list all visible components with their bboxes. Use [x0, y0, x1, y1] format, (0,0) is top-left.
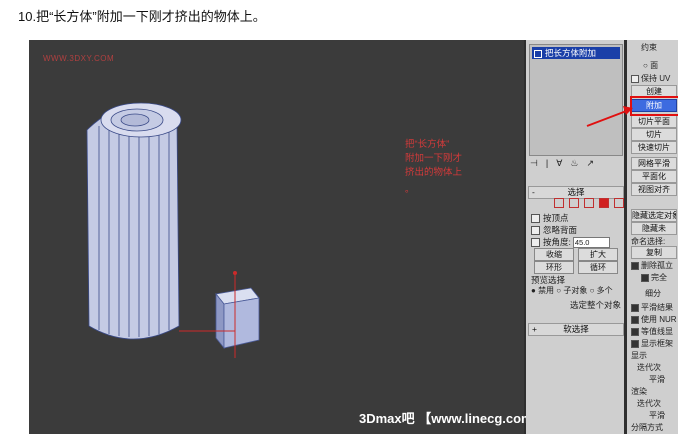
option-label: 显示框架: [641, 339, 673, 348]
constraints-label: 约束: [641, 43, 657, 52]
border-icon[interactable]: [584, 198, 594, 208]
object-listbox[interactable]: 把长方体附加: [529, 44, 623, 156]
scene-geometry: [86, 102, 260, 358]
command-panel: 把长方体附加 ⊣ | ∀ ♨ ↗ - 选择 按顶点 忽略背面 按角度: 45.0 收…: [526, 40, 624, 434]
rollout-title: 选择: [567, 187, 585, 197]
annotation-line: 挤出的物体上: [405, 167, 463, 178]
radio-label: 子对象: [563, 286, 588, 295]
subdivision-header[interactable]: 细分: [645, 288, 661, 299]
checkbox-icon: [631, 261, 639, 270]
checkbox-icon: [631, 315, 639, 324]
rollout-title: 软选择: [563, 324, 589, 334]
isoline-option[interactable]: 等值线显: [631, 326, 673, 337]
max-screenshot: WWW.3DXY.COM 把“长方体” 附加一下刚才 挤出的物体上 。 3Dma…: [29, 40, 678, 434]
make-unique-icon[interactable]: ∀: [556, 158, 562, 172]
option-label: 按角度:: [543, 237, 571, 247]
checkbox-icon: [534, 49, 542, 58]
option-label: 按顶点: [543, 213, 569, 223]
collapse-icon: -: [532, 187, 535, 197]
soft-selection-rollout-header[interactable]: + 软选择: [528, 323, 624, 336]
checkbox-icon: [631, 74, 639, 83]
copy-button[interactable]: 复制: [631, 246, 677, 259]
hide-selected-button[interactable]: 隐藏选定对象: [631, 209, 677, 222]
checkbox-icon: [631, 327, 639, 336]
preview-subobj-radio[interactable]: ○ 子对象: [556, 286, 587, 295]
grow-button[interactable]: 扩大: [578, 248, 618, 261]
option-label: 平滑结果: [641, 303, 673, 312]
option-label: 使用 NUR: [641, 315, 677, 324]
list-item-label: 把长方体附加: [545, 48, 597, 58]
checkbox-icon: [531, 226, 540, 236]
render-iterations-label: 迭代次: [637, 399, 661, 408]
checkbox-icon: [631, 303, 639, 312]
highlight-box: [630, 96, 678, 116]
show-cage-option[interactable]: 显示框架: [631, 338, 673, 349]
preserve-uv-option[interactable]: 保持 UV: [631, 73, 670, 84]
box-object: [215, 287, 260, 350]
slice-button[interactable]: 切片: [631, 128, 677, 141]
annotation-line: 把“长方体”: [405, 139, 450, 150]
render-label: 渲染: [631, 387, 647, 396]
smoothness-label: 平滑: [649, 375, 665, 384]
option-label: 保持 UV: [641, 74, 671, 83]
polygon-icon[interactable]: [599, 198, 609, 208]
extruded-object: [86, 102, 182, 340]
radio-label: 多个: [596, 286, 613, 295]
preview-options: ● 禁用 ○ 子对象 ○ 多个: [531, 285, 613, 296]
edge-icon[interactable]: [569, 198, 579, 208]
use-nurms-option[interactable]: 使用 NUR: [631, 314, 677, 325]
display-label: 显示: [631, 351, 647, 360]
radio-label: 禁用: [538, 286, 555, 295]
pin-stack-icon[interactable]: ⊣: [530, 158, 538, 172]
slice-plane-button[interactable]: 切片平面: [631, 115, 677, 128]
annotation-line: 附加一下刚才: [405, 153, 463, 164]
preview-multi-radio[interactable]: ○ 多个: [590, 286, 613, 295]
vertex-icon[interactable]: [554, 198, 564, 208]
configure-icon[interactable]: ↗: [586, 158, 594, 172]
option-label: 完全: [651, 273, 667, 282]
radio-label: 面: [650, 61, 659, 70]
shrink-button[interactable]: 收缩: [534, 248, 574, 261]
quickslice-button[interactable]: 快速切片: [631, 141, 677, 154]
by-angle-option[interactable]: 按角度: 45.0: [531, 236, 610, 249]
option-label: 等值线显: [641, 327, 673, 336]
angle-spinner[interactable]: 45.0: [572, 237, 610, 249]
full-option[interactable]: 完全: [641, 272, 667, 283]
preview-off-radio[interactable]: ● 禁用: [531, 286, 554, 295]
checkbox-icon: [531, 214, 540, 224]
checkbox-icon: [531, 238, 540, 248]
ignore-backface-option[interactable]: 忽略背面: [531, 224, 577, 236]
list-item[interactable]: 把长方体附加: [532, 47, 620, 59]
view-align-button[interactable]: 视图对齐: [631, 183, 677, 196]
remove-modifier-icon[interactable]: ♨: [570, 158, 578, 172]
planarize-button[interactable]: 平面化: [631, 170, 677, 183]
face-radio[interactable]: ○ 面: [643, 60, 658, 71]
render-smoothness-label: 平滑: [649, 411, 665, 420]
show-end-result-icon[interactable]: |: [546, 158, 548, 172]
stack-icon-row: ⊣ | ∀ ♨ ↗: [530, 158, 620, 172]
smooth-result-option[interactable]: 平滑结果: [631, 302, 673, 313]
meshsmooth-button[interactable]: 网格平滑: [631, 157, 677, 170]
annotation-mark: 。: [405, 184, 415, 194]
ring-button[interactable]: 环形: [534, 261, 574, 274]
option-label: 忽略背面: [543, 225, 578, 235]
iterations-label: 迭代次: [637, 363, 661, 372]
hide-unselected-button[interactable]: 隐藏未: [631, 222, 677, 235]
by-vertex-option[interactable]: 按顶点: [531, 212, 569, 224]
page-heading: 10.把“长方体”附加一下刚才挤出的物体上。: [18, 9, 266, 24]
subobject-icons: [554, 198, 624, 208]
checkbox-icon: [631, 339, 639, 348]
annotation-text: 把“长方体” 附加一下刚才 挤出的物体上: [405, 138, 495, 180]
delete-isolated-option[interactable]: 删除孤立: [631, 260, 673, 271]
selection-status: 选定整个对象: [570, 300, 622, 310]
loop-button[interactable]: 循环: [578, 261, 618, 274]
separate-label: 分隔方式: [631, 423, 663, 432]
option-label: 删除孤立: [641, 261, 673, 270]
checkbox-icon: [641, 273, 649, 282]
expand-icon: +: [532, 324, 537, 334]
perspective-viewport[interactable]: WWW.3DXY.COM 把“长方体” 附加一下刚才 挤出的物体上 。: [29, 40, 524, 434]
element-icon[interactable]: [614, 198, 624, 208]
